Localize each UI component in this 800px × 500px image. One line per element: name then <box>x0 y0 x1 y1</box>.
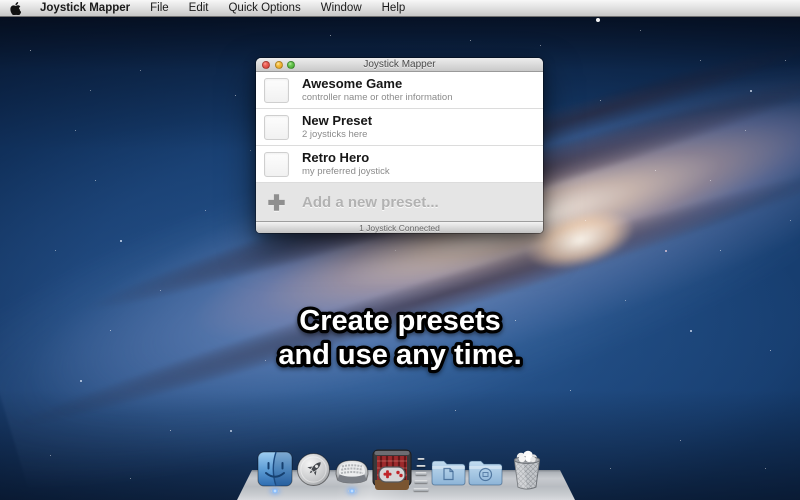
caption-line2: and use any time. <box>278 339 521 371</box>
preset-icon-well <box>264 115 289 140</box>
preset-subtitle: controller name or other information <box>302 93 453 103</box>
joystick-connected-status: 1 Joystick Connected <box>359 223 440 233</box>
plus-icon <box>264 193 289 212</box>
apple-menu[interactable] <box>10 0 30 16</box>
menu-quick-options[interactable]: Quick Options <box>218 2 310 14</box>
launchpad-icon[interactable] <box>296 452 331 487</box>
menubar-app-name[interactable]: Joystick Mapper <box>30 2 140 14</box>
zoom-button[interactable] <box>287 61 295 69</box>
window-statusbar: 1 Joystick Connected <box>256 221 543 233</box>
add-preset-label: Add a new preset... <box>302 194 439 211</box>
minimize-button[interactable] <box>275 61 283 69</box>
joystick-mapper-window: Joystick Mapper Awesome Game controller … <box>256 58 543 233</box>
trash-icon[interactable] <box>508 449 546 491</box>
close-button[interactable] <box>262 61 270 69</box>
menu-edit[interactable]: Edit <box>179 2 219 14</box>
preset-subtitle: 2 joysticks here <box>302 130 372 140</box>
preset-row-new-preset[interactable]: New Preset 2 joysticks here <box>256 109 543 146</box>
menu-help[interactable]: Help <box>372 2 416 14</box>
preset-name: New Preset <box>302 114 372 128</box>
menu-file[interactable]: File <box>140 2 179 14</box>
finder-icon[interactable] <box>257 451 293 487</box>
apple-icon <box>10 2 21 15</box>
downloads-folder-icon[interactable] <box>467 456 504 487</box>
documents-folder-icon[interactable] <box>430 456 467 487</box>
preset-name: Retro Hero <box>302 151 390 165</box>
preset-row-retro-hero[interactable]: Retro Hero my preferred joystick <box>256 146 543 183</box>
caption-overlay: Create presets and use any time. <box>190 294 610 379</box>
preset-icon-well <box>264 152 289 177</box>
joystick-mapper-icon[interactable] <box>371 448 413 492</box>
preset-icon-well <box>264 78 289 103</box>
preset-row-awesome-game[interactable]: Awesome Game controller name or other in… <box>256 72 543 109</box>
menu-window[interactable]: Window <box>311 2 372 14</box>
preset-subtitle: my preferred joystick <box>302 167 390 177</box>
preset-name: Awesome Game <box>302 77 453 91</box>
dock-separator <box>414 456 428 490</box>
keyboard-app-icon[interactable] <box>333 453 371 487</box>
window-titlebar[interactable]: Joystick Mapper <box>256 58 543 72</box>
window-title: Joystick Mapper <box>363 59 435 70</box>
menu-bar: Joystick Mapper File Edit Quick Options … <box>0 0 800 17</box>
desktop: Joystick Mapper File Edit Quick Options … <box>0 0 800 500</box>
traffic-lights <box>262 61 295 69</box>
caption-line1: Create presets <box>299 305 501 337</box>
add-preset-row[interactable]: Add a new preset... <box>256 183 543 221</box>
keyboard-app-running-light <box>348 489 356 493</box>
finder-running-light <box>271 489 279 493</box>
